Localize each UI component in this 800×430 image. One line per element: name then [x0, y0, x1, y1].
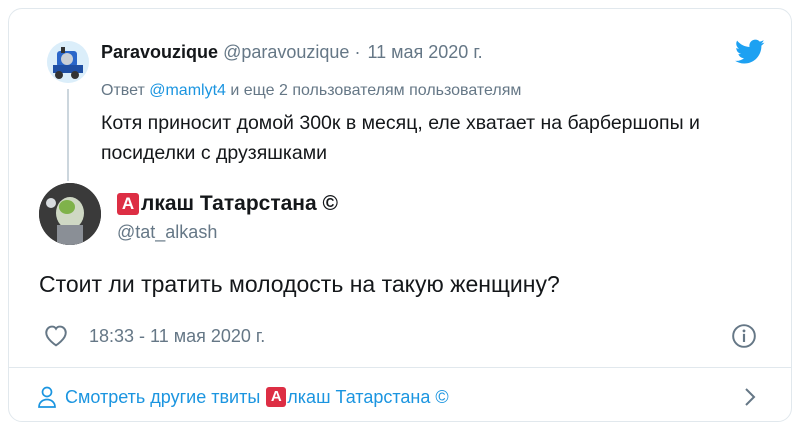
main-tweet-text: Стоит ли тратить молодость на такую женщ… — [39, 271, 560, 297]
red-letter-badge: А — [266, 387, 287, 407]
parent-author-name[interactable]: Paravouzique — [101, 42, 218, 62]
main-author-name-text: лкаш Татарстана © — [141, 192, 338, 215]
reply-mention-link[interactable]: @mamlyt4 — [149, 82, 226, 99]
more-tweets-author: лкаш Татарстана © — [287, 386, 449, 407]
reply-prefix: Ответ — [101, 82, 150, 99]
thread-line — [67, 89, 69, 181]
red-letter-badge: А — [117, 193, 139, 215]
parent-date[interactable]: 11 мая 2020 г. — [367, 42, 482, 62]
tweet-timestamp[interactable]: 18:33 - 11 мая 2020 г. — [89, 326, 265, 347]
main-author-name[interactable]: Алкаш Татарстана © — [117, 192, 338, 216]
heart-icon[interactable] — [43, 323, 69, 347]
parent-header: Paravouzique @paravouzique · 11 мая 2020… — [101, 42, 483, 63]
person-icon — [38, 386, 56, 408]
info-icon[interactable] — [731, 323, 757, 349]
more-tweets-prefix: Смотреть другие твиты — [65, 386, 261, 407]
parent-author-handle[interactable]: @paravouzique — [223, 42, 349, 62]
reply-context: Ответ @mamlyt4 и еще 2 пользователям пол… — [101, 82, 521, 100]
chevron-right-icon[interactable] — [743, 385, 757, 409]
main-avatar[interactable] — [39, 183, 101, 245]
parent-tweet-text: Котя приносит домой 300к в месяц, еле хв… — [101, 112, 700, 164]
embedded-tweet-card: Paravouzique @paravouzique · 11 мая 2020… — [8, 8, 792, 422]
parent-avatar[interactable] — [47, 41, 89, 83]
more-tweets-link[interactable]: Смотреть другие твиты Алкаш Татарстана © — [37, 377, 449, 417]
footer-divider — [9, 367, 791, 368]
twitter-bird-icon[interactable] — [735, 39, 765, 65]
main-author-handle[interactable]: @tat_alkash — [117, 222, 217, 243]
reply-suffix: и еще 2 пользователям пользователям — [225, 82, 522, 99]
separator-dot: · — [354, 42, 361, 62]
